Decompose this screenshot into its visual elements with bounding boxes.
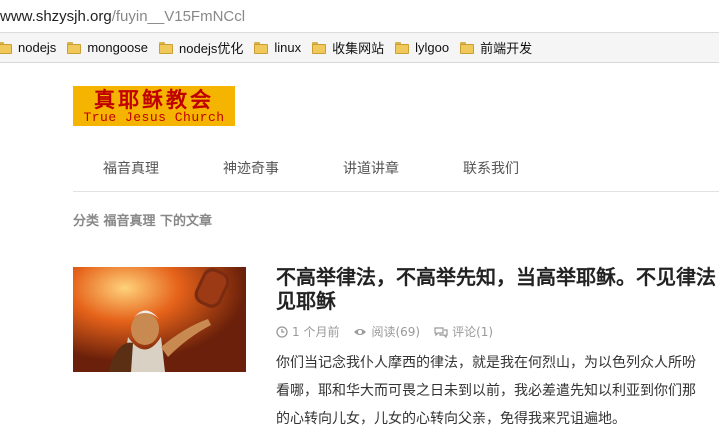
bookmark-nodejs[interactable]: nodejs bbox=[0, 40, 56, 55]
nav-item-miracles[interactable]: 神迹奇事 bbox=[223, 158, 279, 178]
post-excerpt: 你们当记念我仆人摩西的律法，就是我在何烈山，为以色列众人所吩 看哪，耶和华大而可… bbox=[276, 349, 719, 433]
site-logo[interactable]: 真耶稣教会 True Jesus Church bbox=[73, 86, 235, 126]
folder-icon bbox=[395, 41, 410, 54]
folder-icon bbox=[159, 41, 174, 54]
post-title-line: 见耶稣 bbox=[276, 289, 336, 313]
address-bar[interactable]: www.shzysjh.org/fuyin__V15FmNCcl bbox=[0, 0, 719, 33]
post-title[interactable]: 不高举律法，不高举先知，当高举耶稣。不见律法 见耶稣 bbox=[276, 265, 719, 313]
excerpt-line: 看哪，耶和华大而可畏之日未到以前，我必差遣先知以利亚到你们那 bbox=[276, 383, 696, 399]
bookmark-label: 收集网站 bbox=[332, 41, 385, 56]
post-time: 1 个月前 bbox=[276, 323, 339, 340]
folder-icon bbox=[0, 41, 12, 54]
folder-icon bbox=[67, 41, 82, 54]
post-thumbnail[interactable] bbox=[73, 267, 246, 372]
post-comments[interactable]: 评论(1) bbox=[434, 323, 493, 340]
bookmark-frontend-dev[interactable]: 前端开发 bbox=[460, 38, 532, 57]
clock-icon bbox=[276, 325, 288, 338]
bookmark-mongoose[interactable]: mongoose bbox=[67, 40, 148, 55]
nav-item-gospel-truth[interactable]: 福音真理 bbox=[103, 158, 159, 178]
bookmark-label: lylgoo bbox=[415, 40, 450, 55]
nav-item-contact[interactable]: 联系我们 bbox=[463, 158, 519, 178]
bookmark-nodejs-optimize[interactable]: nodejs优化 bbox=[159, 38, 243, 57]
bookmark-lylgoo[interactable]: lylgoo bbox=[395, 40, 449, 55]
bookmark-label: mongoose bbox=[87, 40, 149, 55]
folder-icon bbox=[254, 41, 269, 54]
post-comments-text: 评论(1) bbox=[452, 325, 494, 339]
eye-icon bbox=[354, 328, 367, 335]
main-nav: 福音真理 神迹奇事 讲道讲章 联系我们 bbox=[73, 145, 719, 192]
excerpt-line: 的心转向儿女，儿女的心转向父亲，免得我来咒诅遍地。 bbox=[276, 411, 626, 427]
bookmark-linux[interactable]: linux bbox=[254, 40, 301, 55]
post-views-text: 阅读(69) bbox=[371, 325, 421, 339]
bookmark-label: nodejs bbox=[18, 40, 57, 55]
nav-item-sermons[interactable]: 讲道讲章 bbox=[343, 158, 399, 178]
bookmark-label: linux bbox=[274, 40, 302, 55]
folder-icon bbox=[312, 41, 327, 54]
category-heading: 分类 福音真理 下的文章 bbox=[73, 214, 213, 229]
folder-icon bbox=[460, 41, 475, 54]
bookmark-collected-sites[interactable]: 收集网站 bbox=[312, 38, 384, 57]
bookmark-label: 前端开发 bbox=[480, 41, 533, 56]
post-time-text: 1 个月前 bbox=[292, 325, 340, 339]
url-domain: www.shzysjh.org bbox=[0, 8, 112, 25]
url-text[interactable]: www.shzysjh.org/fuyin__V15FmNCcl bbox=[0, 8, 245, 25]
url-path: /fuyin__V15FmNCcl bbox=[111, 8, 246, 25]
logo-english-text: True Jesus Church bbox=[83, 110, 225, 125]
comments-icon bbox=[434, 326, 448, 338]
post-views: 阅读(69) bbox=[353, 323, 420, 340]
post-title-line: 不高举律法，不高举先知，当高举耶稣。不见律法 bbox=[276, 265, 716, 289]
post-meta: 1 个月前 阅读(69) 评论(1) bbox=[276, 323, 507, 340]
bookmark-label: nodejs优化 bbox=[179, 41, 244, 56]
excerpt-line: 你们当记念我仆人摩西的律法，就是我在何烈山，为以色列众人所吩 bbox=[276, 355, 696, 371]
thumbnail-illustration bbox=[73, 267, 246, 372]
bookmarks-bar: nodejs mongoose nodejs优化 linux 收集网站 lylg… bbox=[0, 33, 719, 63]
